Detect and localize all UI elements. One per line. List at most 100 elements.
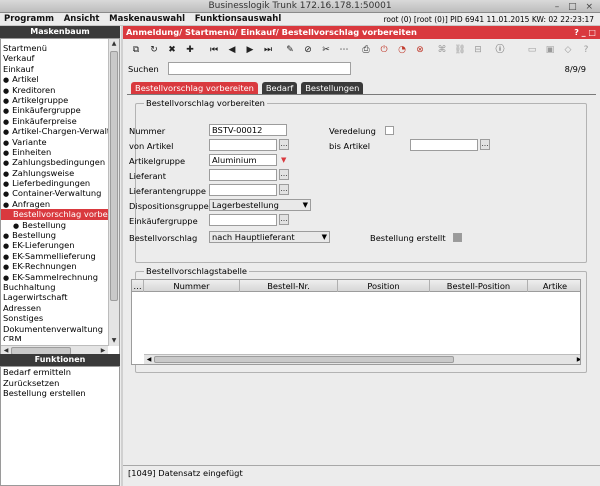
menu-ansicht[interactable]: Ansicht <box>60 13 103 26</box>
column-artikel[interactable]: Artike <box>528 280 580 292</box>
tree-item-dokumentenverwaltung[interactable]: Dokumentenverwaltung <box>1 324 108 334</box>
einkaeufergruppe-lookup-button[interactable]: … <box>279 214 289 225</box>
menu-funktionsauswahl[interactable]: Funktionsauswahl <box>191 13 284 26</box>
tree-item-lieferbedingungen[interactable]: Lieferbedingungen <box>1 178 108 188</box>
tree-item-ek-sammelrechnung[interactable]: EK-Sammelrechnung <box>1 272 108 282</box>
window-icon[interactable]: ▭ <box>525 43 539 57</box>
bis-artikel-lookup-button[interactable]: … <box>480 139 490 150</box>
veredelung-checkbox[interactable] <box>385 126 394 135</box>
lieferant-field[interactable] <box>209 169 277 181</box>
tree-item-artikel-chargen-verwaltung[interactable]: Artikel-Chargen-Verwaltung <box>1 126 108 136</box>
bis-artikel-field[interactable] <box>410 139 478 151</box>
von-artikel-lookup-button[interactable]: … <box>279 139 289 150</box>
menu-maskenauswahl[interactable]: Maskenauswahl <box>105 13 188 26</box>
tree-item-einkäuferpreise[interactable]: Einkäuferpreise <box>1 116 108 126</box>
tree-item-adressen[interactable]: Adressen <box>1 303 108 313</box>
tree-item-zahlungsbedingungen[interactable]: Zahlungsbedingungen <box>1 157 108 167</box>
next-record-icon[interactable]: ▶ <box>243 43 257 57</box>
function-bedarf-ermitteln[interactable]: Bedarf ermitteln <box>1 367 119 378</box>
von-artikel-field[interactable] <box>209 139 277 151</box>
scroll-left-icon[interactable]: ◀ <box>144 355 154 364</box>
edit-icon[interactable]: ✎ <box>283 43 297 57</box>
table-corner-button[interactable]: … <box>132 280 144 292</box>
tab-bestellungen[interactable]: Bestellungen <box>301 82 364 94</box>
add-icon[interactable]: ✚ <box>183 43 197 57</box>
power-icon[interactable]: ⏻ <box>377 43 391 57</box>
mask-tree-list: StartmenüVerkaufEinkaufArtikelKreditoren… <box>1 43 108 341</box>
scroll-right-icon[interactable]: ▶ <box>574 355 580 364</box>
more-icon[interactable]: ⋯ <box>337 43 351 57</box>
save-icon[interactable]: ▣ <box>543 43 557 57</box>
bestellvorschlag-table[interactable]: … Nummer Bestell-Nr. Position Bestell-Po… <box>131 279 581 365</box>
lieferant-lookup-button[interactable]: … <box>279 169 289 180</box>
table-horizontal-scrollbar[interactable]: ◀ ▶ <box>144 354 580 364</box>
scroll-down-icon[interactable]: ▼ <box>109 336 119 346</box>
copy-icon[interactable]: ⧉ <box>129 43 143 57</box>
column-bestell-nr[interactable]: Bestell-Nr. <box>240 280 338 292</box>
tab-bestellvorschlag-vorbereiten[interactable]: Bestellvorschlag vorbereiten <box>131 82 258 94</box>
refresh-icon[interactable]: ↻ <box>147 43 161 57</box>
tree-vscroll-thumb[interactable] <box>110 51 118 301</box>
tree-item-variante[interactable]: Variante <box>1 137 108 147</box>
tree-item-zahlungsweise[interactable]: Zahlungsweise <box>1 168 108 178</box>
tree-item-einheiten[interactable]: Einheiten <box>1 147 108 157</box>
tree-item-kreditoren[interactable]: Kreditoren <box>1 85 108 95</box>
tree-item-anfragen[interactable]: Anfragen <box>1 199 108 209</box>
column-position[interactable]: Position <box>338 280 430 292</box>
attachment-icon[interactable]: ⌘ <box>435 43 449 57</box>
column-bestell-position[interactable]: Bestell-Position <box>430 280 528 292</box>
tree-item-artikel[interactable]: Artikel <box>1 74 108 84</box>
column-nummer[interactable]: Nummer <box>144 280 240 292</box>
tree-item-artikelgruppe[interactable]: Artikelgruppe <box>1 95 108 105</box>
artikelgruppe-field[interactable]: Aluminium <box>209 154 277 166</box>
print-icon[interactable]: ⎙ <box>359 43 373 57</box>
function-bestellung-erstellen[interactable]: Bestellung erstellen <box>1 388 119 399</box>
lock-icon[interactable]: ⊟ <box>471 43 485 57</box>
tree-item-sonstiges[interactable]: Sonstiges <box>1 313 108 323</box>
artikelgruppe-dropdown-icon[interactable]: ▼ <box>281 156 289 164</box>
tree-vertical-scrollbar[interactable]: ▲ ▼ <box>108 39 119 346</box>
bestellung-erstellt-checkbox[interactable] <box>453 233 462 242</box>
last-record-icon[interactable]: ⏭ <box>261 43 275 57</box>
function-zuruecksetzen[interactable]: Zurücksetzen <box>1 378 119 389</box>
bestellvorschlag-select[interactable]: nach Hauptlieferant ▼ <box>209 231 330 243</box>
chart-icon[interactable]: ◔ <box>395 43 409 57</box>
search-input[interactable] <box>168 62 351 75</box>
panel-controls[interactable]: ? _ □ <box>574 26 596 39</box>
tree-item-crm[interactable]: CRM <box>1 334 108 341</box>
tree-item-startmenü[interactable]: Startmenü <box>1 43 108 53</box>
tree-item-ek-lieferungen[interactable]: EK-Lieferungen <box>1 240 108 250</box>
tree-item-bestellung[interactable]: Bestellung <box>1 220 108 230</box>
cut-icon[interactable]: ✂ <box>319 43 333 57</box>
nummer-field[interactable]: BSTV-00012 <box>209 124 287 136</box>
tree-item-einkäufergruppe[interactable]: Einkäufergruppe <box>1 105 108 115</box>
scroll-up-icon[interactable]: ▲ <box>109 39 119 49</box>
first-record-icon[interactable]: ⏮ <box>207 43 221 57</box>
clear-icon[interactable]: ◇ <box>561 43 575 57</box>
tree-item-verkauf[interactable]: Verkauf <box>1 53 108 63</box>
help-icon[interactable]: ? <box>579 43 593 57</box>
tree-item-einkauf[interactable]: Einkauf <box>1 64 108 74</box>
dispositionsgruppe-select[interactable]: Lagerbestellung ▼ <box>209 199 311 211</box>
delete-icon[interactable]: ✖ <box>165 43 179 57</box>
tab-bedarf[interactable]: Bedarf <box>261 82 298 94</box>
tree-item-bestellung[interactable]: Bestellung <box>1 230 108 240</box>
tree-item-bestellvorschlag-vorbereiten[interactable]: Bestellvorschlag vorbereiten <box>1 209 108 220</box>
table-hscroll-thumb[interactable] <box>154 356 454 363</box>
mask-tree[interactable]: StartmenüVerkaufEinkaufArtikelKreditoren… <box>0 38 120 357</box>
tree-item-lagerwirtschaft[interactable]: Lagerwirtschaft <box>1 292 108 302</box>
tree-item-buchhaltung[interactable]: Buchhaltung <box>1 282 108 292</box>
link-icon[interactable]: ⛓ <box>453 43 467 57</box>
lieferantengruppe-lookup-button[interactable]: … <box>279 184 289 195</box>
einkaeufergruppe-field[interactable] <box>209 214 277 226</box>
tree-item-container-verwaltung[interactable]: Container-Verwaltung <box>1 188 108 198</box>
tree-item-ek-sammellieferung[interactable]: EK-Sammellieferung <box>1 251 108 261</box>
close-record-icon[interactable]: ⊗ <box>413 43 427 57</box>
menu-programm[interactable]: Programm <box>0 13 57 26</box>
info-icon[interactable]: ⓘ <box>493 43 507 57</box>
previous-record-icon[interactable]: ◀ <box>225 43 239 57</box>
stop-icon[interactable]: ⊘ <box>301 43 315 57</box>
tree-item-ek-rechnungen[interactable]: EK-Rechnungen <box>1 261 108 271</box>
lieferantengruppe-label: Lieferantengruppe <box>129 186 207 196</box>
lieferantengruppe-field[interactable] <box>209 184 277 196</box>
